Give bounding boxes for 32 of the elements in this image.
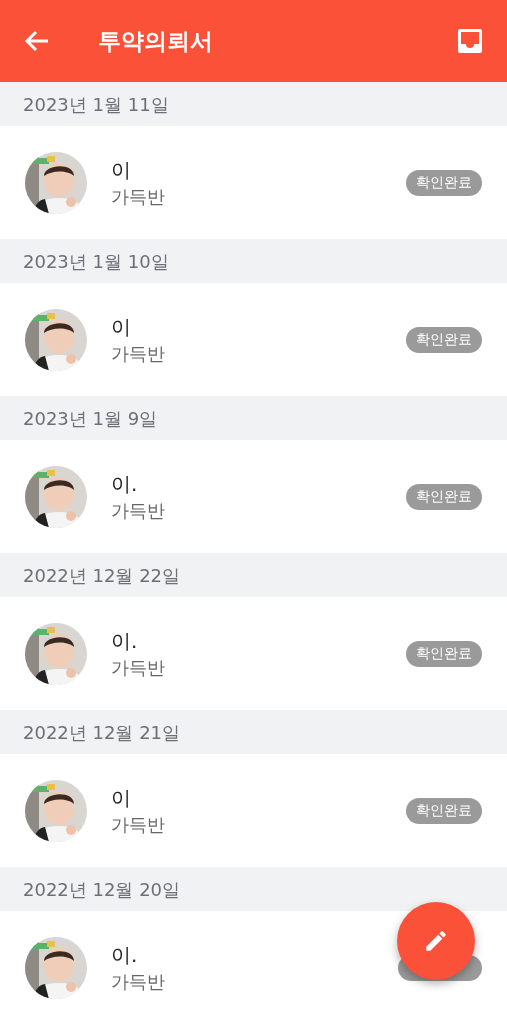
date-header: 2023년 1월 11일: [23, 92, 169, 117]
date-header: 2022년 12월 21일: [23, 720, 181, 745]
page-title: 투약의뢰서: [98, 26, 213, 56]
date-header: 2022년 12월 20일: [23, 877, 181, 902]
child-name: 이.: [111, 628, 139, 653]
inbox-icon[interactable]: [457, 28, 483, 54]
class-name: 가득반: [111, 970, 165, 993]
list-item[interactable]: 이. 가득반 확인완료: [0, 440, 507, 553]
list-item[interactable]: 이. 가득반 확인완료: [0, 597, 507, 710]
date-header: 2023년 1월 9일: [23, 406, 158, 431]
status-badge: 확인완료: [406, 797, 482, 824]
list-item[interactable]: 이 가득반 확인완료: [0, 126, 507, 239]
date-header: 2023년 1월 10일: [23, 249, 169, 274]
class-name: 가득반: [111, 499, 165, 522]
back-icon[interactable]: [24, 30, 50, 52]
status-badge: 확인완료: [406, 326, 482, 353]
pencil-icon: [423, 928, 449, 954]
class-name: 가득반: [111, 185, 165, 208]
child-name: 이.: [111, 942, 139, 967]
child-name: 이: [111, 314, 132, 339]
class-name: 가득반: [111, 656, 165, 679]
class-name: 가득반: [111, 342, 165, 365]
list-item[interactable]: 이 가득반 확인완료: [0, 754, 507, 867]
status-badge: 확인완료: [406, 169, 482, 196]
status-badge: 확인완료: [406, 640, 482, 667]
date-header: 2022년 12월 22일: [23, 563, 181, 588]
child-name: 이: [111, 157, 132, 182]
child-name: 이.: [111, 471, 139, 496]
child-name: 이: [111, 785, 132, 810]
class-name: 가득반: [111, 813, 165, 836]
status-badge: 확인완료: [406, 483, 482, 510]
list-item[interactable]: 이 가득반 확인완료: [0, 283, 507, 396]
